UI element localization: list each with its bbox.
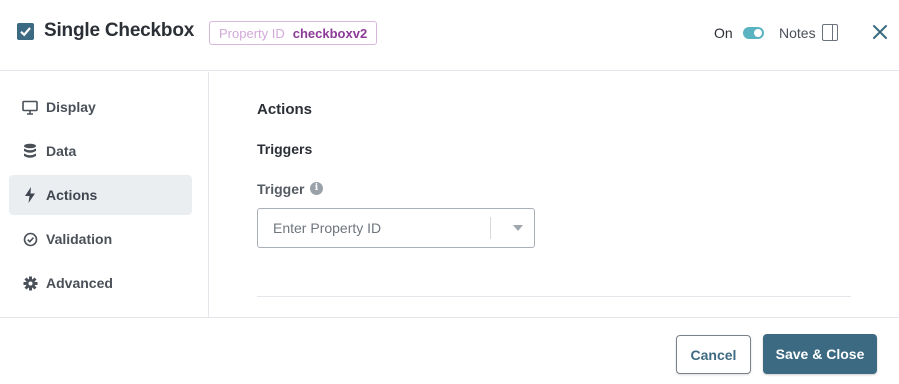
sidebar-item-label: Validation — [46, 231, 113, 247]
checkbox-icon — [17, 23, 34, 40]
on-toggle[interactable] — [743, 27, 764, 39]
modal-footer: Cancel Save & Close — [0, 317, 899, 384]
sidebar-item-label: Data — [46, 143, 77, 159]
notes-label[interactable]: Notes — [779, 25, 816, 41]
sidebar-item-actions[interactable]: Actions — [9, 175, 192, 215]
on-label: On — [714, 25, 733, 41]
property-id-label: Property ID — [219, 25, 285, 41]
subsection-title: Triggers — [257, 141, 313, 157]
gear-icon — [22, 275, 38, 291]
save-close-button[interactable]: Save & Close — [763, 334, 877, 374]
settings-sidebar: Display Data Actions Validation Advanced — [0, 72, 209, 317]
modal-title: Single Checkbox — [44, 20, 195, 41]
close-icon[interactable] — [871, 23, 889, 41]
modal-header: Single Checkbox Property ID checkboxv2 O… — [0, 0, 899, 71]
sidebar-item-label: Advanced — [46, 275, 113, 291]
section-title: Actions — [257, 101, 313, 118]
sidebar-item-data[interactable]: Data — [9, 131, 192, 171]
info-icon[interactable]: i — [310, 182, 323, 195]
trigger-label: Trigger — [257, 181, 305, 197]
monitor-icon — [22, 99, 38, 115]
sidebar-item-label: Display — [46, 99, 96, 115]
section-divider — [257, 296, 851, 297]
chevron-down-icon[interactable] — [513, 225, 523, 231]
trigger-select-placeholder: Enter Property ID — [273, 220, 382, 236]
property-id-value: checkboxv2 — [292, 25, 368, 41]
trigger-select[interactable]: Enter Property ID — [257, 208, 535, 248]
sidebar-item-label: Actions — [46, 187, 98, 203]
toggle-knob — [754, 29, 762, 37]
panel-icon[interactable] — [822, 24, 838, 41]
database-icon — [22, 143, 38, 159]
property-id-badge: Property ID checkboxv2 — [209, 21, 378, 45]
select-separator — [490, 217, 491, 239]
lightning-icon — [22, 187, 38, 203]
check-circle-icon — [22, 231, 38, 247]
sidebar-item-display[interactable]: Display — [9, 87, 192, 127]
cancel-button[interactable]: Cancel — [676, 335, 751, 374]
sidebar-item-advanced[interactable]: Advanced — [9, 263, 192, 303]
main-content: Actions Triggers Trigger i Enter Propert… — [210, 72, 899, 317]
sidebar-item-validation[interactable]: Validation — [9, 219, 192, 259]
